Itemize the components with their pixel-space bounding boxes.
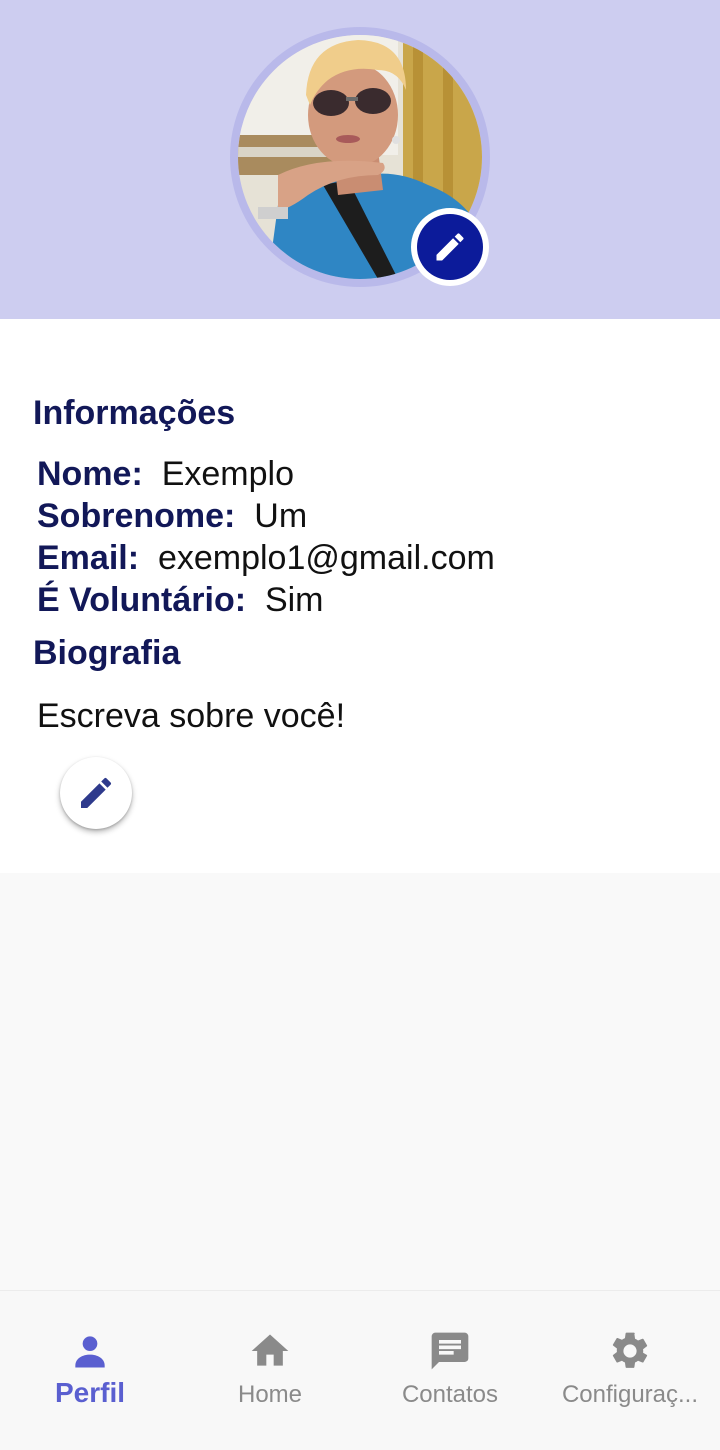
nav-label-perfil: Perfil: [54, 1377, 126, 1408]
info-value-surname: Um: [254, 497, 308, 535]
info-label-surname: Sobrenome:: [37, 497, 236, 535]
bottom-navigation: Perfil Home Contatos Configuraç...: [0, 1290, 720, 1450]
nav-item-perfil[interactable]: Perfil: [0, 1291, 180, 1450]
info-row-volunteer: É Voluntário: Sim: [37, 579, 324, 621]
nav-item-home[interactable]: Home: [180, 1291, 360, 1450]
nav-label-home: Home: [237, 1381, 303, 1408]
info-row-email: Email: exemplo1@gmail.com: [37, 537, 495, 579]
profile-header: [0, 0, 720, 319]
info-value-email: exemplo1@gmail.com: [157, 539, 495, 577]
avatar-edit-circle: [417, 214, 483, 280]
info-label-name: Nome:: [37, 455, 143, 493]
profile-content: Informações Nome: Exemplo Sobrenome: Um …: [0, 319, 720, 873]
info-section-title: Informações: [33, 394, 236, 432]
info-value-name: Exemplo: [161, 455, 294, 493]
chat-icon: [431, 1332, 469, 1370]
info-label-email: Email:: [37, 539, 140, 577]
info-row-name: Nome: Exemplo: [37, 453, 294, 495]
bio-section-title: Biografia: [33, 634, 181, 672]
info-label-volunteer: É Voluntário:: [37, 581, 247, 619]
info-value-volunteer: Sim: [264, 581, 324, 619]
nav-item-contatos[interactable]: Contatos: [360, 1291, 540, 1450]
nav-label-configuracoes: Configuraç...: [561, 1381, 699, 1408]
info-row-surname: Sobrenome: Um: [37, 495, 307, 537]
gear-icon: [612, 1332, 648, 1368]
pencil-icon: [81, 777, 112, 808]
profile-screen: Informações Nome: Exemplo Sobrenome: Um …: [0, 0, 720, 1450]
avatar-edit-button[interactable]: [411, 208, 489, 286]
pencil-icon: [436, 233, 464, 261]
person-icon: [75, 1336, 105, 1368]
bio-edit-button[interactable]: [60, 757, 132, 829]
nav-label-contatos: Contatos: [401, 1381, 499, 1408]
bio-text: Escreva sobre você!: [37, 697, 346, 735]
nav-item-configuracoes[interactable]: Configuraç...: [540, 1291, 720, 1450]
home-icon: [251, 1334, 289, 1366]
